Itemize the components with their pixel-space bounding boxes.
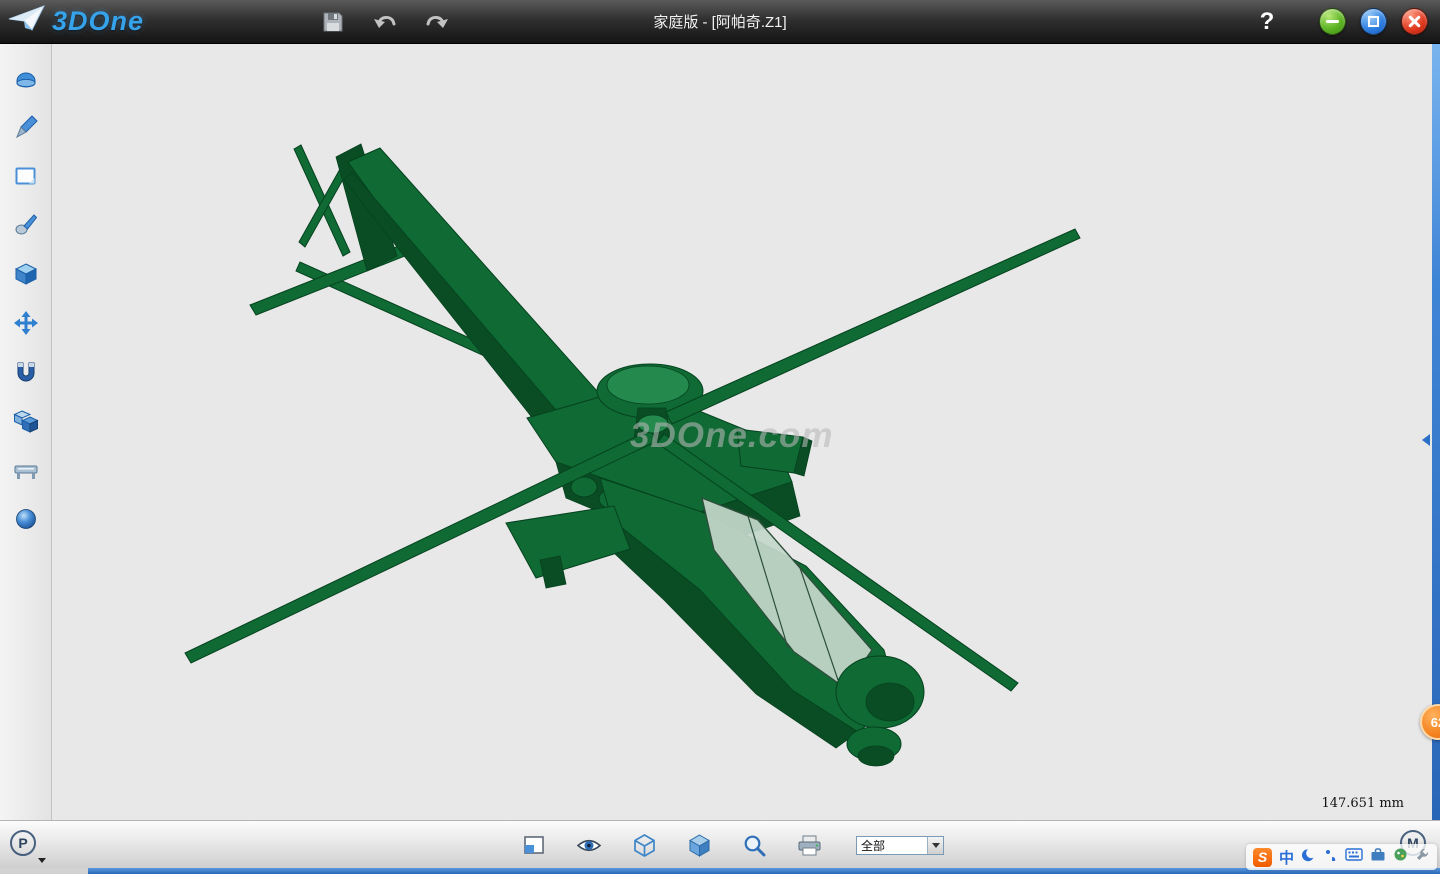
visibility-eye-button[interactable] (575, 831, 603, 859)
sidebar-item-workbench[interactable] (8, 452, 44, 488)
paper-plane-icon (8, 4, 46, 39)
sidebar-item-move-tool[interactable] (8, 305, 44, 341)
help-button[interactable]: ? (1252, 8, 1282, 36)
minimize-button[interactable] (1319, 8, 1346, 35)
ime-keyboard-icon[interactable] (1345, 848, 1363, 866)
sidebar-item-material-sphere[interactable] (8, 501, 44, 537)
ime-tray: S 中 (1246, 844, 1437, 870)
nose-turret[interactable] (836, 656, 924, 766)
print-button[interactable] (795, 831, 823, 859)
redo-button[interactable] (422, 7, 452, 37)
sidebar-item-extrude-cube[interactable] (8, 256, 44, 292)
ime-moon-icon[interactable] (1301, 847, 1317, 868)
ime-toolbox-icon[interactable] (1370, 848, 1386, 867)
sogou-logo[interactable]: S (1253, 848, 1272, 867)
save-button[interactable] (318, 7, 348, 37)
close-button[interactable] (1401, 8, 1428, 35)
shaded-cube-icon (688, 833, 711, 858)
ime-punctuation-icon[interactable] (1324, 847, 1338, 868)
bottom-toolbar: P (0, 820, 1440, 868)
viewport-canvas[interactable]: 3DOne.com 147.651 mm (52, 44, 1432, 820)
trim-knife-icon (13, 212, 39, 238)
measurement-readout: 147.651 mm (1321, 796, 1404, 811)
sidebar-item-boolean-combine[interactable] (8, 403, 44, 439)
material-sphere-icon (13, 506, 39, 532)
ime-wrench-icon[interactable] (1415, 847, 1430, 867)
undo-button[interactable] (370, 7, 400, 37)
magnet-constraint-icon (13, 359, 39, 385)
wireframe-cube-icon (633, 833, 656, 858)
title-bar: 3DOne 家庭版 - [阿帕奇.Z1] ? (0, 0, 1440, 44)
ime-skin-icon[interactable] (1393, 847, 1408, 867)
app-logo: 3DOne (0, 4, 190, 39)
zoom-search-icon (743, 834, 766, 857)
maximize-button[interactable] (1360, 8, 1387, 35)
sidebar-item-sketch[interactable] (8, 158, 44, 194)
display-filter-arrow[interactable] (927, 837, 943, 854)
sketch-icon (13, 163, 39, 189)
print-icon (797, 835, 822, 856)
sidebar-item-paint-brush[interactable] (8, 109, 44, 145)
primitive-solids-icon (13, 65, 39, 91)
display-filter-value: 全部 (857, 837, 927, 854)
chevron-down-icon (932, 843, 940, 848)
app-name: 3DOne (52, 6, 144, 37)
helicopter-model[interactable] (52, 44, 1432, 820)
zoom-search-button[interactable] (740, 831, 768, 859)
ime-chinese-mode[interactable]: 中 (1279, 847, 1294, 868)
minimize-icon (1326, 20, 1339, 23)
close-icon (1408, 15, 1421, 28)
document-title: 家庭版 - [阿帕奇.Z1] (653, 11, 786, 32)
pattern-mode-label: P (18, 835, 27, 851)
pattern-mode-button[interactable]: P (10, 830, 36, 856)
stub-wing[interactable] (506, 506, 630, 588)
boolean-combine-icon (13, 408, 39, 434)
pattern-mode-dropdown-caret[interactable] (38, 858, 46, 863)
visibility-eye-icon (576, 837, 602, 854)
workbench-icon (13, 457, 39, 483)
sidebar-item-magnet-constraint[interactable] (8, 354, 44, 390)
panel-collapse-arrow-icon[interactable] (1422, 434, 1430, 446)
coordinate-plane-button[interactable] (520, 831, 548, 859)
move-tool-icon (13, 310, 39, 336)
bottom-edge-cap (0, 868, 88, 874)
extrude-cube-icon (13, 261, 39, 287)
sidebar-item-primitive-solids[interactable] (8, 60, 44, 96)
display-filter-select[interactable]: 全部 (856, 836, 944, 855)
shaded-cube-button[interactable] (685, 831, 713, 859)
left-toolbar (0, 44, 52, 820)
sidebar-item-trim-knife[interactable] (8, 207, 44, 243)
wireframe-cube-button[interactable] (630, 831, 658, 859)
maximize-icon (1368, 16, 1379, 27)
paint-brush-icon (13, 114, 39, 140)
coordinate-plane-icon (523, 835, 545, 855)
